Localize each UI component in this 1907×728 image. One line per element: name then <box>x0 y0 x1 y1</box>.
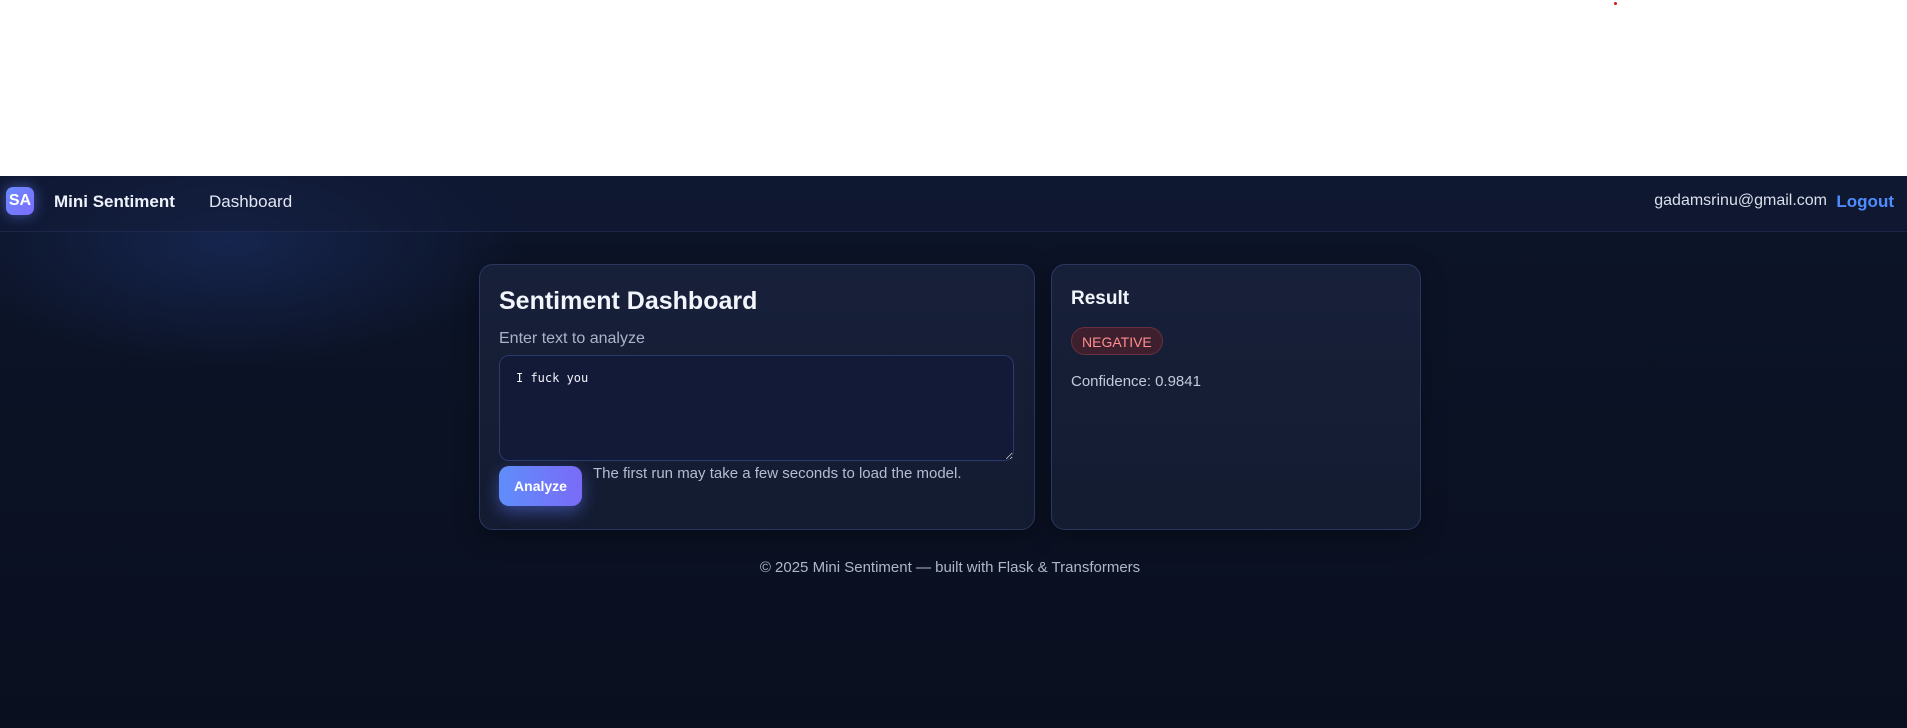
analyze-card: Sentiment Dashboard Enter text to analyz… <box>479 264 1035 530</box>
red-dot-marker <box>1614 2 1617 5</box>
app-root: SA Mini Sentiment Dashboard gadamsrinu@g… <box>0 176 1907 728</box>
confidence-label: Confidence: <box>1071 373 1152 390</box>
sentiment-badge: NEGATIVE <box>1071 327 1163 355</box>
text-input-label: Enter text to analyze <box>499 330 645 347</box>
logout-link[interactable]: Logout <box>1836 192 1894 212</box>
analyze-button[interactable]: Analyze <box>499 466 582 506</box>
model-load-hint: The first run may take a few seconds to … <box>593 465 962 482</box>
logo-badge[interactable]: SA <box>6 187 34 215</box>
page-title: Sentiment Dashboard <box>499 287 758 315</box>
blank-header-area <box>0 0 1907 176</box>
nav-link-dashboard[interactable]: Dashboard <box>209 192 292 212</box>
brand-name[interactable]: Mini Sentiment <box>54 192 175 212</box>
result-card: Result NEGATIVE Confidence: 0.9841 <box>1051 264 1421 530</box>
result-title: Result <box>1071 288 1130 309</box>
navbar: SA Mini Sentiment Dashboard gadamsrinu@g… <box>0 176 1907 232</box>
confidence-row: Confidence: 0.9841 <box>1071 373 1201 390</box>
footer: © 2025 Mini Sentiment — built with Flask… <box>759 559 1141 576</box>
confidence-value: 0.9841 <box>1155 373 1201 390</box>
user-email: gadamsrinu@gmail.com <box>1654 192 1827 209</box>
text-input[interactable]: I fuck you <box>499 355 1014 461</box>
